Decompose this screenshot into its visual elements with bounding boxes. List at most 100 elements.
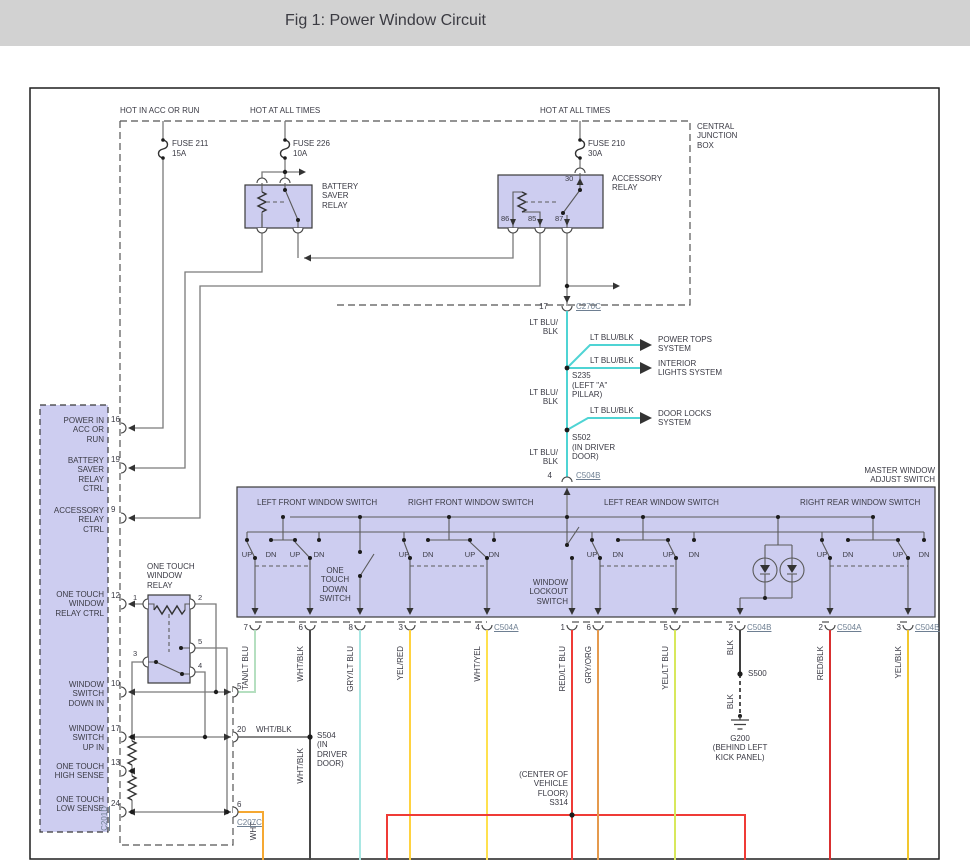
connector-c504a-2: C504A [837,623,861,632]
wire-wht-yel: WHT/YEL [473,646,482,682]
one-touch-relay-label: ONE TOUCH WINDOW RELAY [147,562,195,590]
out-pin-3a: 3 [389,623,403,632]
master-switch-label: MASTER WINDOW ADJUST SWITCH [825,466,935,485]
c504b-pin4: 4 [538,471,552,480]
wire-yel-red: YEL/RED [396,646,405,680]
branch-target-door-locks: DOOR LOCKS SYSTEM [658,409,711,428]
acc-relay-pin30: 30 [565,175,573,184]
rail-hot-at-all-times-1-label: HOT AT ALL TIMES [250,106,320,115]
wiring-diagram-page: Fig 1: Power Window Circuit [0,0,970,862]
wire-red-lt-blu: RED/LT BLU [558,646,567,692]
out-pin-2a: 2 [719,623,733,632]
out-pin-6a: 6 [289,623,303,632]
lf-dn1: DN [264,551,278,560]
wire-wht-blk-1: WHT/BLK [296,646,305,682]
connector-c270c: C270C [576,302,601,311]
c270c-pin: 17 [534,302,548,311]
otr-pin5: 5 [198,638,202,647]
connector-c504b-top: C504B [576,471,600,480]
module-pin17-label: WINDOW SWITCH UP IN [40,724,104,752]
fuse-211-name: FUSE 211 [172,139,208,148]
lf-up2: UP [288,551,302,560]
otr-pin2: 2 [198,594,202,603]
ground-g200-label: G200 (BEHIND LEFT KICK PANEL) [698,734,782,762]
wire-blk-2: BLK [726,694,735,709]
lf-up1: UP [240,551,254,560]
module-pin9-num: 9 [111,505,115,514]
splice-s500: S500 [748,669,767,678]
section-right-rear: RIGHT REAR WINDOW SWITCH [800,498,920,507]
out-pin-1: 1 [551,623,565,632]
branch-wire-1: LT BLU/BLK [590,333,634,342]
out-pin-5: 5 [654,623,668,632]
acc-relay-pin86: 86 [501,215,509,224]
out-pin-4: 4 [466,623,480,632]
rr-dn2: DN [917,551,931,560]
module-pin19-label: BATTERY SAVER RELAY CTRL [40,456,104,494]
module-pin17-num: 17 [111,724,120,733]
window-lockout-switch-label: WINDOW LOCKOUT SWITCH [508,578,568,606]
feed-wire-label-3: LT BLU/ BLK [512,448,558,467]
module-pin13-num: 13 [111,758,120,767]
lr-dn1: DN [611,551,625,560]
acc-relay-pin85: 85 [528,215,536,224]
door-conn-pin5: 5 [237,682,241,691]
otr-pin4: 4 [198,662,202,671]
door-conn-pin20-wire: WHT/BLK [256,725,292,734]
branch-target-power-tops: POWER TOPS SYSTEM [658,335,712,354]
connector-c504a-1: C504A [494,623,518,632]
wire-gry-org: GRY/ORG [584,646,593,684]
rail-hot-at-all-times-2-label: HOT AT ALL TIMES [540,106,610,115]
fuse-210-rating: 30A [588,149,602,158]
rr-up2: UP [891,551,905,560]
splice-s502-location: (IN DRIVER DOOR) [572,443,615,462]
wiring-svg [0,0,970,862]
module-pin19-num: 19 [111,455,120,464]
rr-up1: UP [815,551,829,560]
wire-yel-lt-blu: YEL/LT BLU [661,646,670,690]
one-touch-down-switch-label: ONE TOUCH DOWN SWITCH [316,566,354,604]
fuse-226-rating: 10A [293,149,307,158]
out-pin-8: 8 [339,623,353,632]
wire-wht-blk-2: WHT/BLK [296,748,305,784]
connector-c504b-2: C504B [915,623,939,632]
module-pin24-label: ONE TOUCH LOW SENSE [40,795,104,814]
acc-relay-pin87: 87 [555,215,563,224]
section-left-front: LEFT FRONT WINDOW SWITCH [257,498,377,507]
wire-blk-1: BLK [726,640,735,655]
module-pin24-num: 24 [111,799,120,808]
rail-hot-in-acc-label: HOT IN ACC OR RUN [120,106,199,115]
section-left-rear: LEFT REAR WINDOW SWITCH [604,498,719,507]
door-conn-pin6: 6 [237,800,241,809]
battery-saver-relay-label: BATTERY SAVER RELAY [322,182,358,210]
otr-pin3: 3 [133,650,137,659]
rf-dn1: DN [421,551,435,560]
connector-c207c: C207C [237,818,262,827]
battery-saver-relay-box [245,185,312,228]
lr-dn2: DN [687,551,701,560]
central-junction-box-label: CENTRAL JUNCTION BOX [697,122,737,150]
out-pin-6b: 6 [577,623,591,632]
splice-s504-label: S504 (IN DRIVER DOOR) [317,731,347,769]
module-pin16-num: 16 [111,415,120,424]
section-right-front: RIGHT FRONT WINDOW SWITCH [408,498,533,507]
diagram-frame [30,88,939,859]
module-pin13-label: ONE TOUCH HIGH SENSE [40,762,104,781]
fuse-210-name: FUSE 210 [588,139,625,148]
splice-s235-name: S235 [572,371,591,380]
rf-up1: UP [397,551,411,560]
splice-s502-name: S502 [572,433,591,442]
lf-dn2: DN [312,551,326,560]
module-pin9-label: ACCESSORY RELAY CTRL [40,506,104,534]
branch-wire-3: LT BLU/BLK [590,406,634,415]
wire-red-blk: RED/BLK [816,646,825,680]
branch-target-interior-lights: INTERIOR LIGHTS SYSTEM [658,359,722,378]
ground-icon [731,714,749,729]
out-pin-7: 7 [234,623,248,632]
module-pin10-label: WINDOW SWITCH DOWN IN [40,680,104,708]
fuse-icons [159,138,585,160]
splice-s235-location: (LEFT "A" PILLAR) [572,381,607,400]
connector-c504b-1: C504B [747,623,771,632]
wire-gry-lt-blu: GRY/LT BLU [346,646,355,692]
connector-c201d: C201D [100,806,109,831]
